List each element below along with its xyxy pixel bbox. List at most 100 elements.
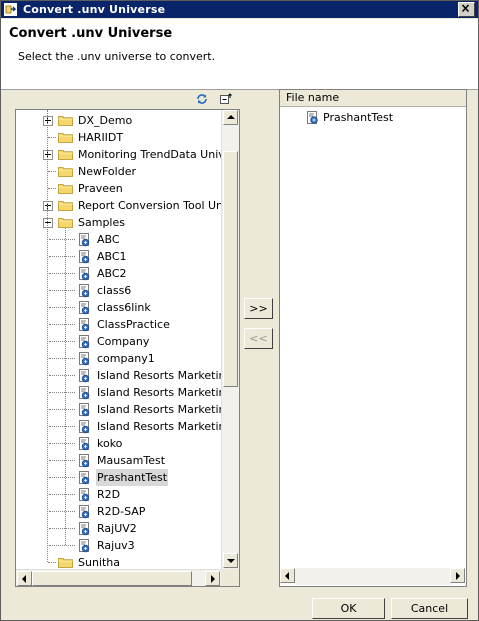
tree-connector (49, 307, 75, 308)
universe-icon (79, 522, 90, 536)
tree-connector (48, 171, 56, 172)
universe-icon (79, 539, 90, 553)
tree-item-label: koko (97, 437, 123, 450)
tree-connector (49, 528, 75, 529)
tree-item-label: Monitoring TrendData Universe (78, 148, 240, 161)
tree-item-label: company1 (97, 352, 155, 365)
scroll-corner (221, 569, 239, 586)
dialog-instruction: Select the .unv universe to convert. (18, 50, 216, 63)
arrow-left-icon (22, 575, 26, 583)
arrow-right-icon (456, 572, 460, 580)
universe-icon (79, 454, 90, 468)
scroll-left-button[interactable] (17, 571, 32, 586)
folder-icon (58, 558, 73, 568)
dialog-header: Convert .unv Universe Select the .unv un… (1, 19, 478, 90)
collapse-icon[interactable] (43, 218, 53, 228)
splitter-grip[interactable] (239, 324, 243, 352)
universe-tree[interactable]: DX_Demo HARIIDT Monitoring TrendData Unive… (15, 109, 240, 587)
folder-icon (58, 218, 73, 228)
expand-icon[interactable] (43, 201, 53, 211)
folder-icon (58, 167, 73, 177)
universe-icon (79, 505, 90, 519)
expand-icon[interactable] (43, 116, 53, 126)
dialog-heading: Convert .unv Universe (9, 26, 173, 41)
collapse-all-icon[interactable] (219, 92, 233, 106)
universe-icon (79, 233, 90, 247)
title-bar: Convert .unv Universe (1, 1, 478, 18)
tree-item-label: class6 (97, 284, 132, 297)
list-scroll-right-button[interactable] (450, 568, 465, 583)
tree-item-label: Praveen (78, 182, 123, 195)
universe-icon (79, 301, 90, 315)
tree-connector (49, 290, 75, 291)
tree-item-label: RajUV2 (97, 522, 137, 535)
scroll-thumb[interactable] (223, 151, 238, 387)
universe-icon (79, 318, 90, 332)
arrow-up-icon (227, 115, 235, 119)
list-scroll-left-button[interactable] (280, 568, 295, 583)
list-header[interactable]: File name (280, 90, 466, 107)
tree-connector (49, 392, 75, 393)
tree-item-label: R2D (97, 488, 121, 501)
tree-item-label: ABC2 (97, 267, 127, 280)
tree-connector (49, 341, 75, 342)
tree-connector (48, 562, 56, 563)
refresh-icon[interactable] (195, 92, 209, 106)
universe-icon (79, 488, 90, 502)
arrow-right-icon (211, 575, 215, 583)
close-icon (461, 4, 470, 13)
tree-connector-vertical (65, 228, 66, 545)
scroll-right-button[interactable] (205, 571, 220, 586)
tree-item-label: Island Resorts Marketing_ (97, 386, 238, 399)
scroll-down-button[interactable] (223, 553, 238, 568)
tree-item-label: class6link (97, 301, 151, 314)
universe-icon (79, 403, 90, 417)
tree-connector (49, 545, 75, 546)
tree-connector (49, 239, 75, 240)
tree-item-label: NewFolder (78, 165, 136, 178)
universe-icon (79, 250, 90, 264)
column-header-file-name[interactable]: File name (286, 91, 339, 104)
tree-connector (49, 477, 75, 478)
tree-item-label: Rajuv3 (97, 539, 135, 552)
tree-horizontal-scrollbar[interactable] (16, 569, 221, 586)
hscroll-thumb[interactable] (32, 571, 192, 586)
universe-icon (79, 471, 90, 485)
tree-connector (49, 358, 75, 359)
folder-icon (58, 116, 73, 126)
ok-button[interactable]: OK (312, 598, 385, 619)
cancel-button[interactable]: Cancel (391, 598, 468, 619)
remove-button[interactable]: << (244, 328, 273, 349)
convert-dialog: Convert .unv Universe Convert .unv Unive… (0, 0, 479, 621)
tree-item-label: Island Resorts Marketing_ (97, 420, 238, 433)
tree-connector-vertical (47, 110, 48, 562)
universe-icon (79, 335, 90, 349)
tree-connector (49, 273, 75, 274)
window-title: Convert .unv Universe (23, 3, 166, 16)
arrow-left-icon (285, 572, 289, 580)
universe-icon (79, 352, 90, 366)
tree-item-label: Island Resorts Marketing (97, 369, 233, 382)
selected-files-list[interactable]: File name PrashantTest (279, 89, 467, 587)
tree-connector (49, 443, 75, 444)
add-button[interactable]: >> (244, 298, 273, 319)
universe-icon (79, 437, 90, 451)
tree-item-label: Samples (78, 216, 125, 229)
tree-item-label: Company (97, 335, 150, 348)
tree-connector (49, 511, 75, 512)
close-button[interactable] (458, 2, 475, 17)
arrow-down-icon (227, 559, 235, 563)
tree-item-label: Island Resorts Marketing_ (97, 403, 238, 416)
folder-icon (58, 201, 73, 211)
list-hscroll-track[interactable] (295, 568, 451, 585)
tree-connector (48, 137, 56, 138)
folder-icon (58, 184, 73, 194)
universe-icon (79, 369, 90, 383)
universe-icon (79, 284, 90, 298)
expand-icon[interactable] (43, 150, 53, 160)
tree-vertical-scrollbar[interactable] (221, 110, 239, 569)
scroll-up-button[interactable] (223, 110, 238, 125)
tree-connector (49, 324, 75, 325)
tree-item-label: ABC (97, 233, 120, 246)
tree-connector (48, 188, 56, 189)
